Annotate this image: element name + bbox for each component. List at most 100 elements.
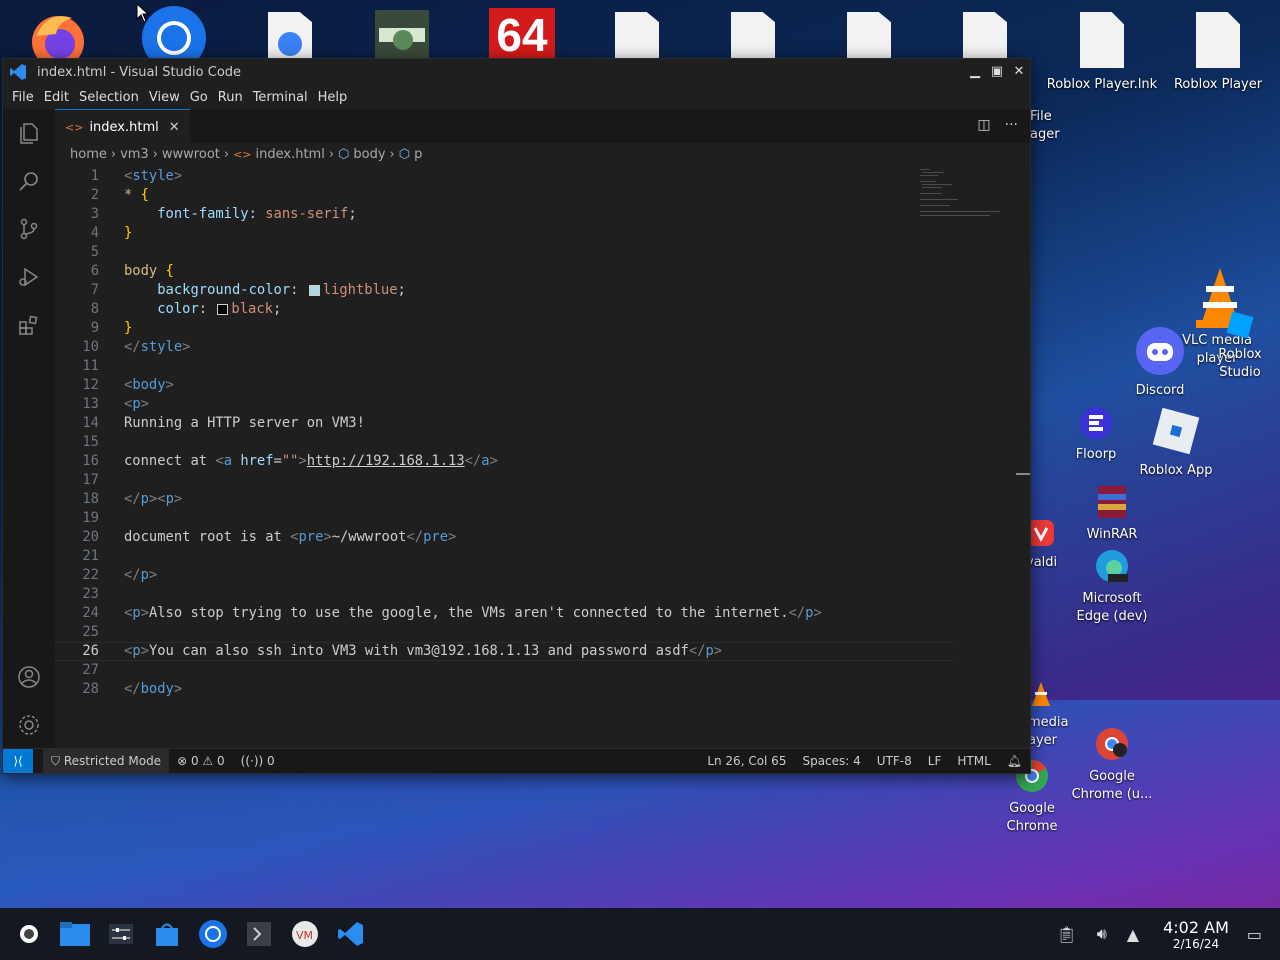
tab-index-html[interactable]: <> index.html ✕ [55, 109, 190, 144]
code-line[interactable]: 7 background-color: lightblue; [55, 281, 955, 300]
breadcrumb-wwwroot[interactable]: wwwroot [162, 147, 220, 162]
desktop-icon-edge-dev[interactable]: Microsoft Edge (dev) [1066, 548, 1158, 626]
code-line[interactable]: 21 [55, 547, 955, 566]
breadcrumb-vm3[interactable]: vm3 [120, 147, 149, 162]
search-button[interactable] [3, 157, 55, 205]
desktop-icon-vivaldi[interactable]: valdi [1026, 518, 1066, 572]
code-line[interactable]: 8 color: black; [55, 300, 955, 319]
clipboard-icon[interactable]: 📋︎ [1056, 925, 1076, 944]
minimize-button[interactable]: ▁ [964, 61, 986, 83]
menu-view[interactable]: View [144, 90, 185, 105]
code-line[interactable]: 1 <style> [55, 167, 955, 186]
code-line[interactable]: 17 [55, 471, 955, 490]
menu-run[interactable]: Run [213, 90, 248, 105]
desktop-icon-file3[interactable] [847, 12, 891, 58]
code-line[interactable]: 14 Running a HTTP server on VM3! [55, 414, 955, 433]
close-tab-icon[interactable]: ✕ [169, 120, 180, 135]
desktop-icon-roblox-player-lnk[interactable]: Roblox Player.lnk [1046, 12, 1158, 94]
desktop-icon-file1[interactable] [615, 12, 659, 58]
code-line[interactable]: 12 <body> [55, 376, 955, 395]
cursor-position[interactable]: Ln 26, Col 65 [699, 754, 794, 768]
desktop-icon-file2[interactable] [731, 12, 775, 58]
extensions-button[interactable] [3, 301, 55, 349]
clock[interactable]: 4:02 AM 2/16/24 [1163, 918, 1229, 951]
breadcrumb-p[interactable]: p [414, 147, 422, 162]
menu-file[interactable]: File [7, 90, 39, 105]
code-line[interactable]: 16 connect at <a href="">http://192.168.1… [55, 452, 955, 471]
code-editor[interactable]: 1 <style> 2 * {3 font-family: sans-serif; 4}… [55, 167, 955, 699]
code-line[interactable]: 10 </style> [55, 338, 955, 357]
desktop-icon-roblox-studio[interactable]: Roblox Studio [1208, 310, 1272, 382]
breadcrumb-body[interactable]: body [353, 147, 385, 162]
code-line[interactable]: 18 </p><p> [55, 490, 955, 509]
source-control-button[interactable] [3, 205, 55, 253]
run-debug-button[interactable] [3, 253, 55, 301]
desktop-icon-file4[interactable] [963, 12, 1007, 58]
remote-button[interactable]: ⟩⟨ [3, 749, 33, 773]
menu-go[interactable]: Go [185, 90, 213, 105]
menu-terminal[interactable]: Terminal [248, 90, 313, 105]
code-line[interactable]: 28 </body> [55, 680, 955, 699]
scrollbar[interactable] [1016, 167, 1030, 727]
problems-indicator[interactable]: ⊗ 0 ⚠ 0 [169, 754, 233, 768]
taskbar-file-manager[interactable] [52, 911, 98, 957]
more-actions-icon[interactable]: ··· [1005, 117, 1018, 133]
start-button[interactable] [6, 911, 52, 957]
taskbar-settings[interactable] [98, 911, 144, 957]
split-editor-icon[interactable]: ◫ [977, 117, 990, 133]
taskbar-store[interactable] [144, 911, 190, 957]
desktop-icon-game[interactable] [373, 10, 431, 58]
explorer-button[interactable] [3, 109, 55, 157]
ports-indicator[interactable]: ((·)) 0 [233, 754, 283, 768]
maximize-button[interactable]: ▣ [986, 61, 1008, 83]
desktop-icon-floorp[interactable]: Floorp [1056, 406, 1136, 464]
desktop-icon-winrar[interactable]: WinRAR [1072, 484, 1152, 544]
code-line[interactable]: 26 <p>You can also ssh into VM3 with vm3@… [55, 642, 955, 661]
code-line[interactable]: 15 [55, 433, 955, 452]
code-line[interactable]: 27 [55, 661, 955, 680]
menu-help[interactable]: Help [313, 90, 353, 105]
code-line[interactable]: 6 body { [55, 262, 955, 281]
desktop-icon-firefox[interactable] [28, 6, 88, 68]
minimap[interactable] [920, 167, 1010, 227]
volume-icon[interactable]: 🔊︎ [1097, 924, 1107, 944]
manage-button[interactable] [3, 701, 55, 749]
taskbar-vm-app[interactable]: VM [282, 911, 328, 957]
language-mode[interactable]: HTML [949, 754, 998, 768]
taskbar-vscode[interactable] [328, 911, 374, 957]
desktop-icon-file-manager[interactable]: File ager [1030, 108, 1070, 144]
code-line[interactable]: 24 <p>Also stop trying to use the google,… [55, 604, 955, 623]
color-swatch[interactable] [217, 303, 229, 315]
menu-edit[interactable]: Edit [39, 90, 74, 105]
code-line[interactable]: 5 [55, 243, 955, 262]
accounts-button[interactable] [3, 653, 55, 701]
breadcrumb-file[interactable]: index.html [256, 147, 325, 162]
encoding[interactable]: UTF-8 [869, 754, 920, 768]
code-line[interactable]: 9} [55, 319, 955, 338]
notifications-icon[interactable]: 🔔︎ [999, 754, 1030, 768]
desktop-icon-roblox-player[interactable]: Roblox Player [1170, 12, 1266, 94]
line-ending[interactable]: LF [920, 754, 950, 768]
code-line[interactable]: 2 * { [55, 186, 955, 205]
code-line[interactable]: 22 </p> [55, 566, 955, 585]
color-swatch[interactable] [308, 284, 320, 296]
menu-selection[interactable]: Selection [74, 90, 144, 105]
desktop-icon-chrome[interactable] [141, 4, 207, 70]
desktop-icon-globe-file[interactable] [267, 12, 313, 58]
taskbar-terminal[interactable] [236, 911, 282, 957]
code-line[interactable]: 13 <p> [55, 395, 955, 414]
desktop-icon-roblox-app[interactable]: Roblox App [1136, 407, 1216, 480]
desktop-icon-chrome-unstable[interactable]: Google Chrome (u... [1066, 726, 1158, 804]
code-line[interactable]: 11 [55, 357, 955, 376]
code-line[interactable]: 25 [55, 623, 955, 642]
breadcrumb-home[interactable]: home [70, 147, 107, 162]
restricted-mode-badge[interactable]: ⛉ Restricted Mode [43, 749, 170, 773]
chevron-up-icon[interactable]: ▲ [1127, 925, 1139, 944]
close-button[interactable]: ✕ [1008, 61, 1030, 83]
code-line[interactable]: 20 document root is at <pre>~/wwwroot</pr… [55, 528, 955, 547]
indentation[interactable]: Spaces: 4 [794, 754, 868, 768]
code-line[interactable]: 4} [55, 224, 955, 243]
show-desktop-icon[interactable]: ▭ [1247, 925, 1262, 944]
code-line[interactable]: 23 [55, 585, 955, 604]
code-line[interactable]: 3 font-family: sans-serif; [55, 205, 955, 224]
